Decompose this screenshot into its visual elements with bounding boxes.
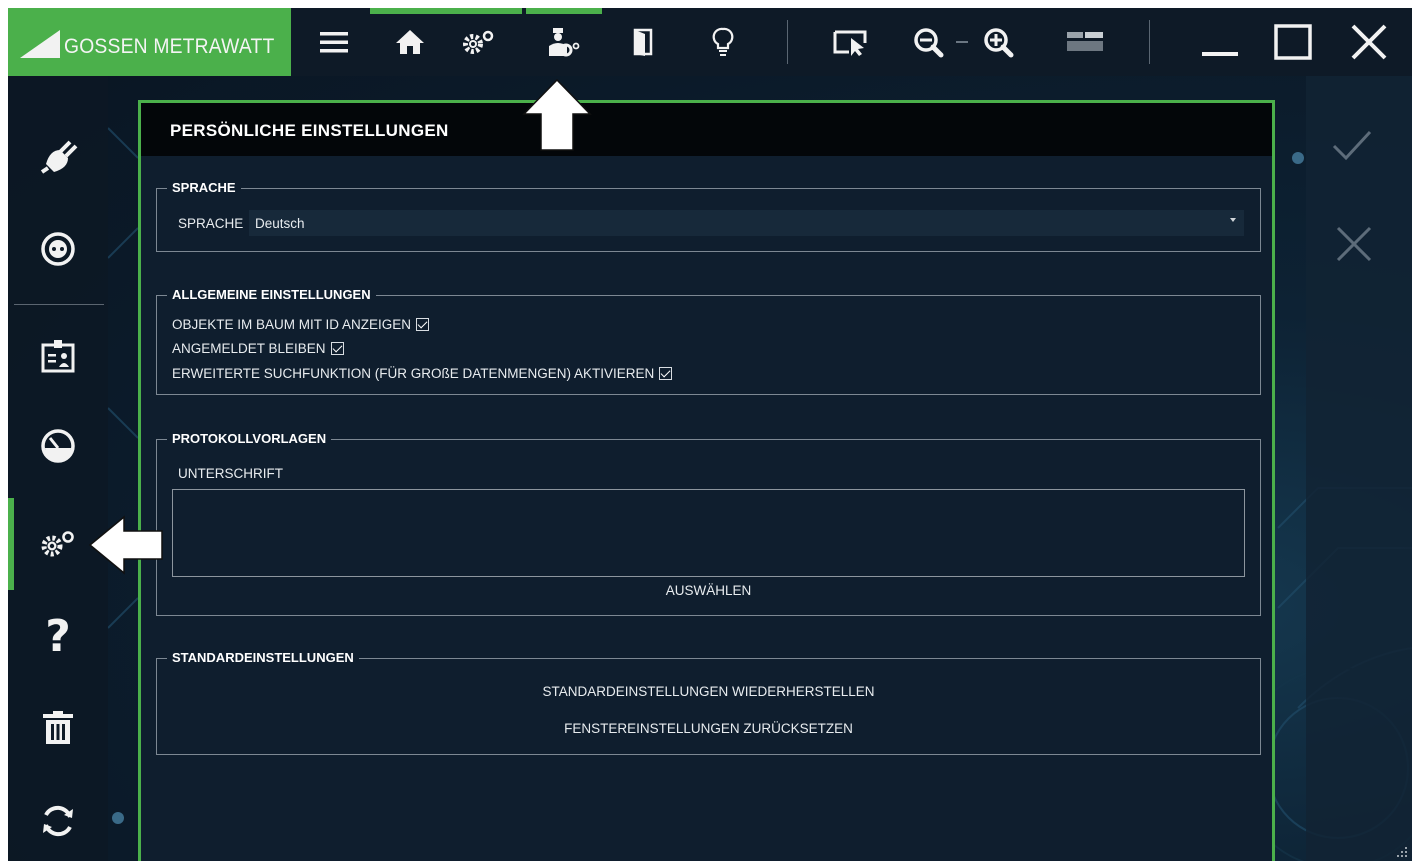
language-label: SPRACHE [178, 216, 244, 231]
left-sidebar: ? [8, 76, 108, 861]
reset-window-settings-button[interactable]: FENSTEREINSTELLUNGEN ZURÜCKSETZEN [157, 721, 1260, 736]
annotation-arrow-up-icon [522, 78, 592, 151]
socket-icon[interactable] [8, 209, 108, 289]
zoom-dash [956, 41, 968, 43]
app-window: GOSSEN METRAWATT ? PERSÖNLICHE EINSTELLU… [8, 8, 1412, 861]
top-toolbar: GOSSEN METRAWATT [8, 8, 1412, 76]
report-templates-group: PROTOKOLLVORLAGEN UNTERSCHRIFT AUSWÄHLEN [156, 431, 1261, 616]
sidebar-divider [14, 304, 104, 305]
language-select[interactable]: Deutsch [249, 210, 1244, 236]
brand-logo: GOSSEN METRAWATT [8, 8, 291, 76]
resize-grip-icon[interactable] [1394, 844, 1408, 858]
check-icon[interactable] [1330, 128, 1374, 169]
lightbulb-icon[interactable] [696, 8, 750, 76]
annotation-arrow-left-icon [88, 515, 163, 575]
default-settings-legend: STANDARDEINSTELLUNGEN [167, 650, 359, 665]
panel-header: PERSÖNLICHE EINSTELLUNGEN [141, 103, 1272, 156]
option-show-ids[interactable]: OBJEKTE IM BAUM MIT ID ANZEIGEN [172, 317, 430, 332]
settings-panel: PERSÖNLICHE EINSTELLUNGEN SPRACHE SPRACH… [138, 100, 1275, 861]
default-settings-group: STANDARDEINSTELLUNGEN STANDARDEINSTELLUN… [156, 650, 1261, 755]
help-glyph: ? [45, 610, 71, 662]
user-settings-icon[interactable] [536, 8, 590, 76]
minimize-icon[interactable] [1193, 8, 1247, 76]
signature-box[interactable] [172, 489, 1245, 577]
checkbox-checked[interactable] [330, 342, 344, 355]
zoom-in-icon[interactable] [973, 8, 1027, 76]
language-group-legend: SPRACHE [167, 180, 241, 195]
select-signature-button[interactable]: AUSWÄHLEN [157, 583, 1260, 598]
right-action-bar [1306, 76, 1412, 861]
zoom-out-icon[interactable] [903, 8, 957, 76]
panel-title: PERSÖNLICHE EINSTELLUNGEN [170, 121, 449, 140]
select-cursor-icon[interactable] [824, 8, 878, 76]
language-select-value: Deutsch [255, 216, 305, 231]
toolbar-separator [1149, 20, 1150, 64]
option-extended-search[interactable]: ERWEITERTE SUCHFUNKTION (FÜR GROßE DATEN… [172, 366, 673, 381]
signature-label: UNTERSCHRIFT [178, 466, 283, 481]
home-icon[interactable] [383, 8, 437, 76]
option-label: ANGEMELDET BLEIBEN [172, 341, 326, 356]
checkbox-checked[interactable] [416, 318, 430, 331]
toolbar-separator [787, 20, 788, 64]
chevron-down-icon [1230, 218, 1236, 222]
general-settings-legend: ALLGEMEINE EINSTELLUNGEN [167, 287, 376, 302]
maximize-icon[interactable] [1266, 8, 1320, 76]
option-label: OBJEKTE IM BAUM MIT ID ANZEIGEN [172, 317, 412, 332]
door-icon[interactable] [616, 8, 670, 76]
trash-icon[interactable] [8, 688, 108, 768]
report-templates-legend: PROTOKOLLVORLAGEN [167, 431, 332, 446]
plug-icon[interactable] [8, 116, 108, 196]
restore-defaults-button[interactable]: STANDARDEINSTELLUNGEN WIEDERHERSTELLEN [157, 684, 1260, 699]
help-icon[interactable]: ? [8, 596, 108, 676]
gauge-icon[interactable] [8, 406, 108, 486]
sync-icon[interactable] [8, 781, 108, 861]
option-label: ERWEITERTE SUCHFUNKTION (FÜR GROßE DATEN… [172, 366, 655, 381]
logo-triangle-icon [20, 30, 60, 58]
settings-icon[interactable] [451, 8, 505, 76]
close-icon[interactable] [1342, 8, 1396, 76]
general-settings-group: ALLGEMEINE EINSTELLUNGEN OBJEKTE IM BAUM… [156, 287, 1261, 395]
id-card-icon[interactable] [8, 316, 108, 396]
menu-icon[interactable] [307, 8, 361, 76]
checkbox-checked[interactable] [659, 367, 673, 380]
panel-layout-icon[interactable] [1058, 8, 1112, 76]
language-group: SPRACHE SPRACHE Deutsch [156, 180, 1261, 252]
cancel-icon[interactable] [1334, 224, 1374, 269]
option-stay-logged-in[interactable]: ANGEMELDET BLEIBEN [172, 341, 344, 356]
brand-name: GOSSEN METRAWATT [64, 35, 275, 58]
